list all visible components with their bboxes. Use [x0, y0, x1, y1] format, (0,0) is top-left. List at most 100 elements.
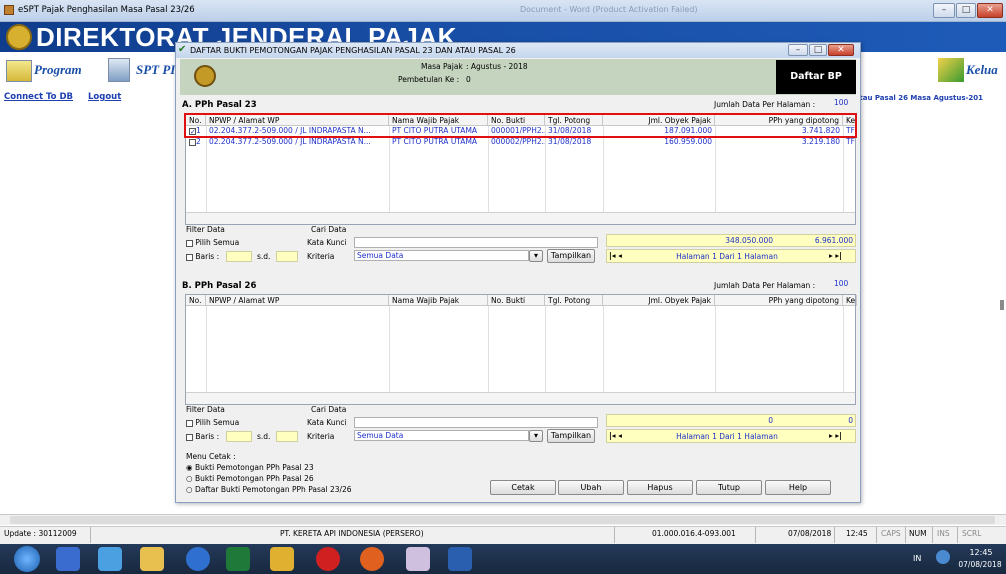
help-icon[interactable]	[936, 550, 950, 564]
app-icon-3[interactable]	[270, 547, 294, 571]
right-edge-marker	[1000, 300, 1004, 310]
grid-header: No. NPWP / Alamat WP Nama Wajib Pajak No…	[186, 295, 857, 306]
connect-db-link[interactable]: Connect To DB	[4, 92, 73, 102]
cari-data-label: Cari Data	[311, 225, 347, 234]
table-row[interactable]: 2 02.204.377.2-509.000 / JL INDRAPASTA N…	[186, 137, 855, 147]
totals-a: 348.050.000 6.961.000	[606, 234, 856, 247]
status-scrl: SCRL	[962, 529, 982, 538]
last-page-icon[interactable]: ▸ ▸|	[829, 251, 842, 260]
kata-kunci-label: Kata Kunci	[307, 418, 347, 427]
help-button[interactable]: Help	[765, 480, 831, 495]
logout-link[interactable]: Logout	[88, 92, 121, 102]
hapus-button[interactable]: Hapus	[627, 480, 693, 495]
jumlah-data-value-b[interactable]: 100	[834, 279, 848, 288]
media-icon[interactable]	[56, 547, 80, 571]
baris-to-input[interactable]	[276, 431, 298, 442]
row-bukti: 000002/PPH2...	[491, 137, 545, 146]
dialog-maximize-button[interactable]: □	[809, 44, 827, 56]
pilih-semua-checkbox[interactable]	[186, 419, 193, 427]
baris-checkbox[interactable]	[186, 433, 193, 441]
status-caps: CAPS	[881, 529, 901, 538]
dialog-minimize-button[interactable]: –	[788, 44, 808, 56]
tampilkan-button-b[interactable]: Tampilkan	[547, 429, 595, 443]
app-icon-4[interactable]	[406, 547, 430, 571]
kata-kunci-input[interactable]	[354, 417, 598, 428]
baris-to-input[interactable]	[276, 251, 298, 262]
jumlah-data-label-b: Jumlah Data Per Halaman :	[714, 281, 816, 290]
col-npwp[interactable]: NPWP / Alamat WP	[206, 295, 389, 306]
col-tgl[interactable]: Tgl. Potong	[545, 295, 603, 306]
close-button[interactable]: ✕	[977, 3, 1003, 18]
col-pph[interactable]: PPh yang dipotong	[715, 295, 843, 306]
dialog-close-button[interactable]: ✕	[828, 44, 854, 56]
radio-option-daftar[interactable]: ○ Daftar Bukti Pemotongan PPh Pasal 23/2…	[186, 485, 352, 494]
row-ke: TF	[846, 137, 855, 146]
baris-checkbox[interactable]	[186, 253, 193, 261]
word-icon[interactable]	[448, 547, 472, 571]
kriteria-select[interactable]: Semua Data	[354, 250, 529, 261]
col-no[interactable]: No.	[186, 295, 206, 306]
kriteria-select[interactable]: Semua Data	[354, 430, 529, 441]
spt-icon[interactable]	[108, 58, 130, 82]
app-title: eSPT Pajak Penghasilan Masa Pasal 23/26	[18, 5, 195, 15]
grid-b-scrollbar[interactable]	[186, 392, 855, 404]
cetak-button[interactable]: Cetak	[490, 480, 556, 495]
grid-pph26[interactable]: No. NPWP / Alamat WP Nama Wajib Pajak No…	[185, 294, 857, 405]
kata-kunci-label: Kata Kunci	[307, 238, 347, 247]
status-ins: INS	[937, 529, 950, 538]
tutup-button[interactable]: Tutup	[696, 480, 762, 495]
paging-a: |◂ ◂ Halaman 1 Dari 1 Halaman ▸ ▸|	[606, 249, 856, 263]
pembetulan-label: Pembetulan Ke :	[398, 75, 460, 84]
menu-keluar[interactable]: Kelua	[966, 62, 998, 78]
program-icon[interactable]	[6, 60, 32, 82]
opera-icon[interactable]	[316, 547, 340, 571]
radio-option-26[interactable]: ○ Bukti Pemotongan PPh Pasal 26	[186, 474, 314, 483]
grid-a-scrollbar[interactable]	[186, 212, 855, 224]
chevron-down-icon[interactable]: ▾	[529, 250, 543, 262]
selection-highlight	[184, 113, 857, 138]
daftar-bukti-dialog: ✔ DAFTAR BUKTI PEMOTONGAN PAJAK PENGHASI…	[175, 42, 861, 503]
kata-kunci-input[interactable]	[354, 237, 598, 248]
background-window-title: Document - Word (Product Activation Fail…	[520, 5, 698, 14]
app-icon-1[interactable]	[98, 547, 122, 571]
jumlah-data-value-a[interactable]: 100	[834, 98, 848, 107]
maximize-button[interactable]: □	[956, 3, 976, 18]
row-checkbox[interactable]	[189, 138, 196, 146]
status-num: NUM	[909, 529, 927, 538]
menu-spt[interactable]: SPT PI	[136, 62, 175, 78]
totals-b: 0 0	[606, 414, 856, 427]
ubah-button[interactable]: Ubah	[558, 480, 624, 495]
tampilkan-button-a[interactable]: Tampilkan	[547, 249, 595, 263]
main-scrollbar[interactable]	[0, 514, 1006, 525]
baris-from-input[interactable]	[226, 431, 252, 442]
pilih-semua-checkbox[interactable]	[186, 239, 193, 247]
row-nama: PT CITO PUTRA UTAMA	[392, 137, 478, 146]
dialog-titlebar: ✔ DAFTAR BUKTI PEMOTONGAN PAJAK PENGHASI…	[176, 43, 860, 58]
first-page-icon[interactable]: |◂ ◂	[609, 431, 622, 440]
firefox-icon[interactable]	[360, 547, 384, 571]
radio-option-23[interactable]: ◉ Bukti Pemotongan PPh Pasal 23	[186, 463, 314, 472]
last-page-icon[interactable]: ▸ ▸|	[829, 431, 842, 440]
paging-b: |◂ ◂ Halaman 1 Dari 1 Halaman ▸ ▸|	[606, 429, 856, 443]
excel-icon[interactable]	[226, 547, 250, 571]
col-nama[interactable]: Nama Wajib Pajak	[389, 295, 488, 306]
app-titlebar: eSPT Pajak Penghasilan Masa Pasal 23/26 …	[0, 0, 1006, 22]
col-bukti[interactable]: No. Bukti	[488, 295, 545, 306]
folder-icon[interactable]	[140, 547, 164, 571]
status-time: 12:45	[846, 529, 868, 538]
first-page-icon[interactable]: |◂ ◂	[609, 251, 622, 260]
start-button[interactable]	[14, 546, 40, 572]
masa-pajak-label: Masa Pajak	[421, 62, 463, 71]
section-b-title: B. PPh Pasal 26	[182, 281, 257, 291]
app-icon-2[interactable]	[186, 547, 210, 571]
minimize-button[interactable]: –	[933, 3, 955, 18]
exit-icon[interactable]	[938, 58, 964, 82]
col-ke[interactable]: Ke	[843, 295, 857, 306]
baris-from-input[interactable]	[226, 251, 252, 262]
col-obyek[interactable]: Jml. Obyek Pajak	[603, 295, 715, 306]
menu-program[interactable]: Program	[34, 62, 82, 78]
chevron-down-icon[interactable]: ▾	[529, 430, 543, 442]
baris-label: Baris :	[195, 432, 220, 441]
djp-logo-icon	[6, 24, 32, 50]
language-indicator[interactable]: IN	[913, 554, 921, 563]
